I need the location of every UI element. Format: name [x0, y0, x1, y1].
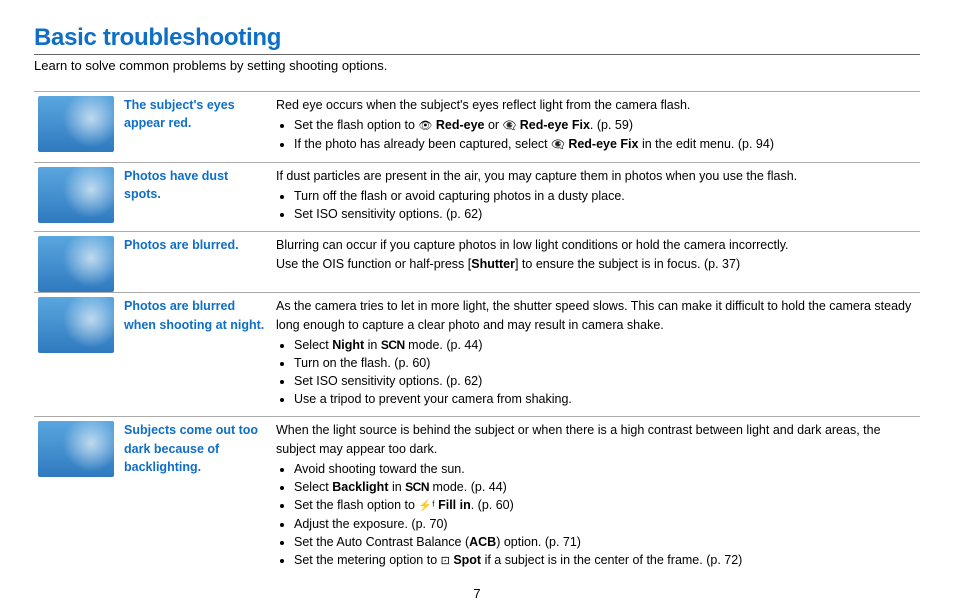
page-number: 7 [34, 586, 920, 601]
topic-description: When the light source is behind the subj… [274, 417, 920, 578]
lead-text: As the camera tries to let in more light… [276, 297, 918, 333]
spot-metering-icon: ⊡ [441, 555, 450, 567]
list-item: Set the Auto Contrast Balance (ACB) opti… [294, 533, 918, 551]
camera-redeye-icon [38, 96, 114, 152]
list-item: If the photo has already been captured, … [294, 135, 918, 154]
lead-text: Blurring can occur if you capture photos… [276, 236, 918, 254]
scn-mode-icon: SCN [381, 338, 405, 352]
list-item: Adjust the exposure. (p. 70) [294, 515, 918, 533]
intro-text: Learn to solve common problems by settin… [34, 58, 920, 73]
topic-description: If dust particles are present in the air… [274, 163, 920, 232]
table-row: Subjects come out too dark because of ba… [34, 417, 920, 578]
topic-description: Red eye occurs when the subject's eyes r… [274, 92, 920, 163]
topic-label: Subjects come out too dark because of ba… [122, 417, 274, 578]
topic-label: Photos are blurred. [122, 232, 274, 293]
list-item: Select Backlight in SCN mode. (p. 44) [294, 478, 918, 496]
table-row: The subject's eyes appear red. Red eye o… [34, 92, 920, 163]
page-title: Basic troubleshooting [34, 24, 920, 52]
list-item: Set the flash option to 👁 Red-eye or 👁‍🗨… [294, 116, 918, 135]
table-row: Photos are blurred when shooting at nigh… [34, 293, 920, 417]
list-item: Set ISO sensitivity options. (p. 62) [294, 372, 918, 390]
list-item: Select Night in SCN mode. (p. 44) [294, 336, 918, 354]
list-item: Set the metering option to ⊡ Spot if a s… [294, 551, 918, 570]
list-item: Turn off the flash or avoid capturing ph… [294, 187, 918, 205]
list-item: Turn on the flash. (p. 60) [294, 354, 918, 372]
night-city-icon [38, 297, 114, 353]
flash-icon: ⚡ᶠ [418, 500, 434, 512]
list-item: Set ISO sensitivity options. (p. 62) [294, 205, 918, 223]
topic-label: The subject's eyes appear red. [122, 92, 274, 163]
dust-photos-icon [38, 167, 114, 223]
redeye-fix-icon: 👁‍🗨 [551, 139, 565, 151]
backlight-subject-icon [38, 421, 114, 477]
lead-text: If dust particles are present in the air… [276, 167, 918, 185]
lead-text: Use the OIS function or half-press [Shut… [276, 255, 918, 273]
topic-description: Blurring can occur if you capture photos… [274, 232, 920, 293]
list-item: Avoid shooting toward the sun. [294, 460, 918, 478]
scn-mode-icon: SCN [405, 480, 429, 494]
redeye-fix-icon: 👁‍🗨 [503, 120, 517, 132]
list-item: Set the flash option to ⚡ᶠ Fill in. (p. … [294, 496, 918, 515]
lead-text: Red eye occurs when the subject's eyes r… [276, 96, 918, 114]
list-item: Use a tripod to prevent your camera from… [294, 390, 918, 408]
topic-description: As the camera tries to let in more light… [274, 293, 920, 417]
table-row: Photos are blurred. Blurring can occur i… [34, 232, 920, 293]
topic-label: Photos have dust spots. [122, 163, 274, 232]
blurred-person-icon [38, 236, 114, 292]
title-divider [34, 54, 920, 55]
table-row: Photos have dust spots. If dust particle… [34, 163, 920, 232]
topic-label: Photos are blurred when shooting at nigh… [122, 293, 274, 417]
lead-text: When the light source is behind the subj… [276, 421, 918, 457]
troubleshooting-table: The subject's eyes appear red. Red eye o… [34, 91, 920, 578]
eye-icon: 👁 [418, 120, 432, 132]
